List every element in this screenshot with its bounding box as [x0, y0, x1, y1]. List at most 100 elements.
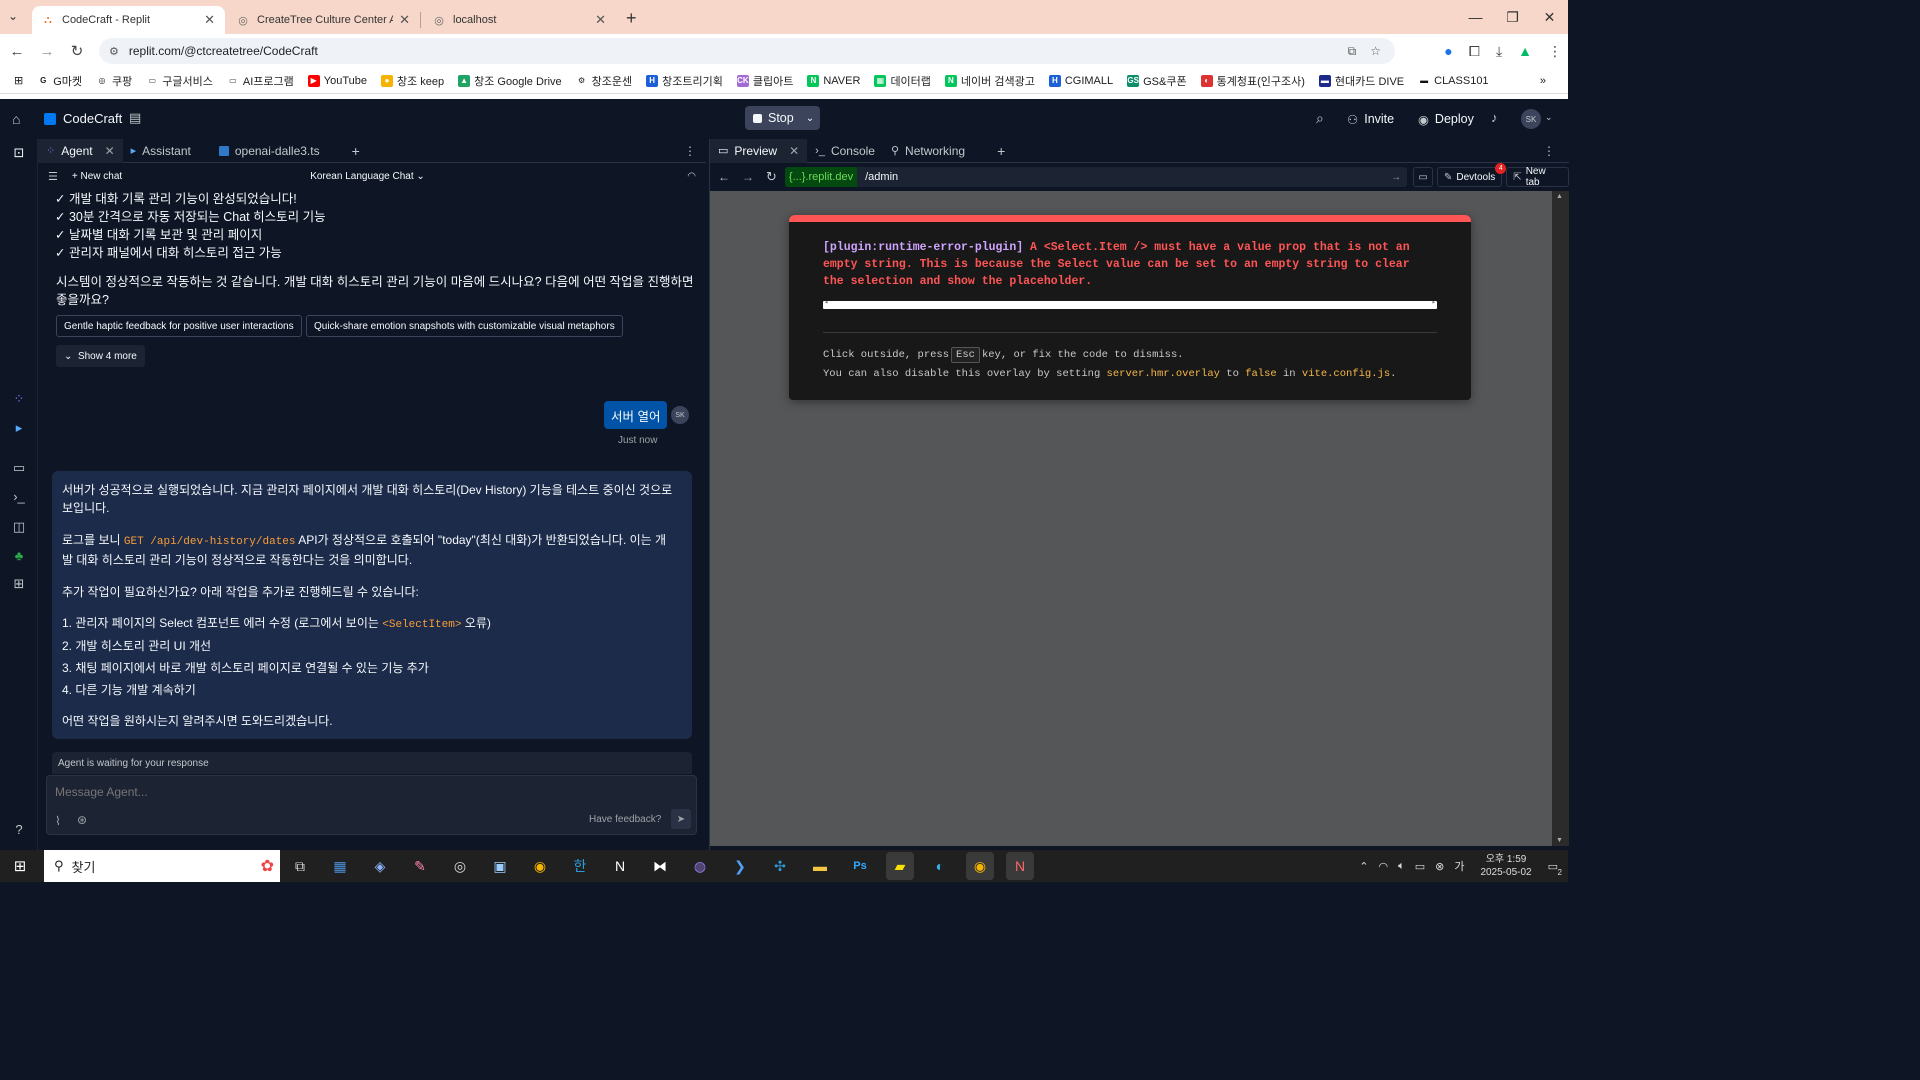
notes-app-icon[interactable]: ◈ [366, 852, 394, 880]
antivirus-icon[interactable]: ⊗ [1435, 860, 1444, 873]
stop-button[interactable]: Stop ⌄ [745, 106, 821, 130]
scroll-up-icon[interactable]: ▲ [1556, 193, 1563, 200]
preview-scrollbar[interactable]: ▲ ▼ [1552, 191, 1569, 846]
ime-icon[interactable]: 가 [1454, 858, 1464, 874]
calculator-icon[interactable]: ▦ [326, 852, 354, 880]
avatar[interactable]: SK [1521, 109, 1541, 129]
tab-search-icon[interactable]: ⌄ [8, 9, 18, 23]
assistant-icon[interactable]: ▸ [11, 420, 27, 436]
bookmark-item[interactable]: ▲ 창조 Google Drive [458, 73, 562, 89]
forward-icon[interactable]: → [742, 170, 754, 184]
profile-icon[interactable]: ▲ [1518, 43, 1532, 59]
browser-tab-codecraft[interactable]: ⛬ CodeCraft - Replit ✕ [32, 6, 225, 34]
bookmark-folder[interactable]: ▭ 구글서비스 [146, 73, 212, 89]
bookmark-item[interactable]: G G마켓 [37, 73, 82, 89]
suggestion-chip[interactable]: Gentle haptic feedback for positive user… [56, 315, 302, 337]
bookmark-item[interactable]: ◎ 쿠팡 [96, 73, 133, 89]
scroll-down-icon[interactable]: ▼ [1556, 837, 1563, 844]
install-app-icon[interactable]: ⧉ [1348, 44, 1357, 59]
bookmark-item[interactable]: ▶ YouTube [307, 74, 367, 87]
bookmark-item[interactable]: CK 클립아트 [736, 73, 793, 89]
deploy-button[interactable]: ◉ Deploy [1412, 107, 1480, 131]
bookmark-folder[interactable]: ▭ AI프로그램 [227, 73, 294, 89]
device-icon[interactable]: ▭ [1413, 167, 1433, 187]
minimize-button[interactable]: — [1457, 9, 1494, 25]
vpn-app-icon[interactable]: ◎ [446, 852, 474, 880]
notion-alt-icon[interactable]: N [1006, 852, 1034, 880]
kakaotalk-icon[interactable]: ▰ [886, 852, 914, 880]
bookmark-item[interactable]: N NAVER [807, 74, 860, 87]
tab-preview[interactable]: ▭ Preview ✕ [710, 138, 808, 163]
powershell-icon[interactable]: ❯ [726, 852, 754, 880]
go-icon[interactable]: → [1391, 172, 1401, 183]
reload-icon[interactable]: ↻ [766, 169, 777, 185]
bookmark-item[interactable]: ▬ 현대카드 DIVE [1318, 73, 1404, 89]
browser-tab-createtree[interactable]: ◎ CreateTree Culture Center AI 7 ✕ [227, 6, 420, 34]
bookmark-item[interactable]: N 네이버 검색광고 [944, 73, 1035, 89]
chevron-down-icon[interactable]: ⌄ [1545, 112, 1553, 123]
tab-networking[interactable]: ⚲ Networking [883, 139, 973, 163]
clock[interactable]: 오후 1:59 2025-05-02 [1480, 853, 1531, 879]
tree-icon[interactable]: ♣ [11, 548, 27, 563]
chat-list-icon[interactable]: ☰ [48, 170, 58, 183]
chrome-icon[interactable]: ◉ [526, 852, 554, 880]
download-icon[interactable]: ⤓ [1496, 43, 1502, 60]
add-tab-icon[interactable]: + [352, 143, 360, 159]
feedback-link[interactable]: Have feedback? [589, 814, 661, 825]
message-agent-input[interactable] [55, 783, 655, 801]
help-icon[interactable]: ? [11, 822, 27, 837]
console-icon[interactable]: ›_ [11, 489, 27, 504]
photoshop-icon[interactable]: Ps [846, 852, 874, 880]
new-tab-button[interactable]: ⇱ New tab [1506, 166, 1569, 188]
back-button[interactable]: ← [4, 43, 30, 60]
forward-button[interactable]: → [34, 43, 60, 60]
site-info-icon[interactable]: ⚙ [109, 45, 119, 58]
database-icon[interactable]: ◫ [11, 519, 27, 535]
notion-icon[interactable]: N [606, 852, 634, 880]
capcut-icon[interactable]: ⧓ [646, 852, 674, 880]
stack-scrollbar[interactable]: ◂ ▸ [823, 298, 1437, 309]
edge-icon[interactable]: ◐ [926, 852, 954, 880]
bookmark-item[interactable]: H 창조트리기획 [646, 73, 723, 89]
bookmark-item[interactable]: ▬ CLASS101 [1418, 75, 1488, 87]
paint-app-icon[interactable]: ✎ [406, 852, 434, 880]
close-window-button[interactable]: ✕ [1531, 9, 1568, 26]
all-tools-icon[interactable]: ⊞ [11, 576, 27, 592]
agent-icon[interactable]: ⁘ [11, 391, 27, 407]
bookmark-item[interactable]: GS GS&쿠폰 [1127, 73, 1187, 89]
chrome-active-icon[interactable]: ◉ [966, 852, 994, 880]
address-bar[interactable]: ⚙ replit.com/@ctcreatetree/CodeCraft ⧉ ☆ [99, 38, 1395, 64]
close-tab-icon[interactable]: ✕ [595, 12, 606, 28]
tab-openai-dalle3[interactable]: openai-dalle3.ts [211, 139, 328, 163]
add-tab-icon[interactable]: + [997, 143, 1005, 159]
attach-icon[interactable]: ⌇ [55, 814, 61, 828]
speed-icon[interactable]: ◠ [687, 171, 696, 182]
chrome-menu-icon[interactable]: ⋮ [1548, 43, 1562, 60]
restore-button[interactable]: ❐ [1494, 9, 1531, 26]
tab-console[interactable]: ›_ Console [807, 139, 883, 163]
back-icon[interactable]: ← [718, 170, 730, 184]
notification-icon[interactable]: ▭ 2 [1548, 860, 1562, 877]
agent-tools-icon[interactable]: ⊡ [11, 145, 27, 161]
scroll-right-icon[interactable]: ▸ [1432, 298, 1436, 307]
extension-circle-icon[interactable]: ● [1444, 43, 1452, 59]
project-info-icon[interactable]: ▤ [129, 110, 141, 126]
browser-tab-localhost[interactable]: ◎ localhost ✕ [423, 6, 616, 34]
chevron-down-icon[interactable]: ⌄ [806, 113, 814, 124]
extensions-puzzle-icon[interactable]: ⧠ [1469, 43, 1480, 60]
settings-icon[interactable]: ⊛ [77, 813, 87, 827]
close-tab-icon[interactable]: ✕ [204, 12, 215, 28]
file-explorer-icon[interactable]: ▬ [806, 852, 834, 880]
bookmark-item[interactable]: ⚙ 창조운센 [576, 73, 632, 89]
close-icon[interactable]: ✕ [105, 144, 115, 158]
webview-icon[interactable]: ▭ [11, 460, 27, 476]
task-view-icon[interactable]: ⧉ [286, 852, 314, 880]
suggestion-chip[interactable]: Quick-share emotion snapshots with custo… [306, 315, 623, 337]
invite-button[interactable]: ⚇ Invite [1341, 107, 1400, 131]
butterfly-app-icon[interactable]: ✣ [766, 852, 794, 880]
new-tab-button[interactable]: + [626, 8, 637, 29]
network-icon[interactable]: ◠ [1378, 860, 1388, 873]
home-icon[interactable]: ⌂ [12, 111, 20, 127]
devtools-button[interactable]: ✎ Devtools 4 [1437, 163, 1507, 187]
photo-app-icon[interactable]: ▣ [486, 852, 514, 880]
